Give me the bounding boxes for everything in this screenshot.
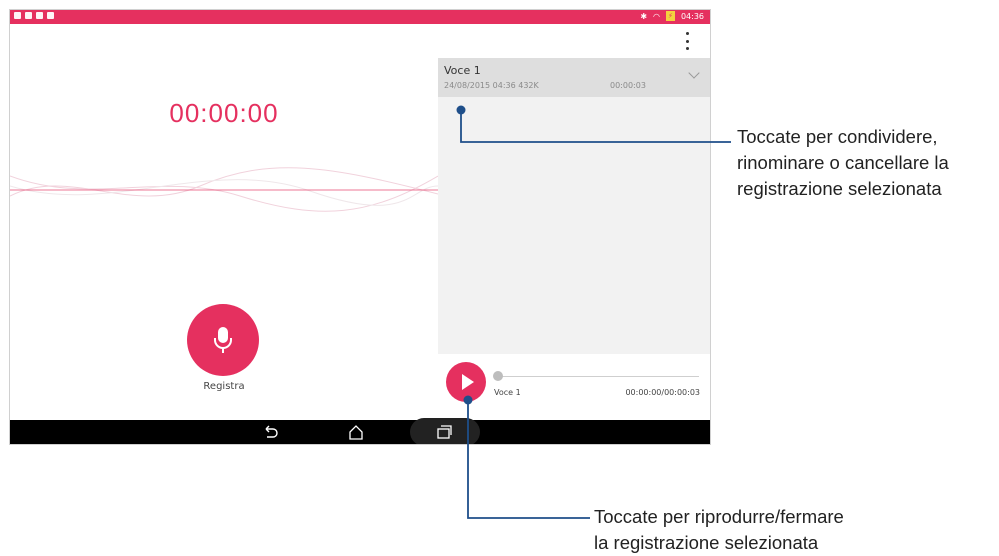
callout-recording-options: Toccate per condividere, rinominare o ca…	[737, 124, 997, 202]
callout-line: la registrazione selezionata	[594, 532, 819, 553]
callout-lines	[456, 105, 731, 519]
callout-line: registrazione selezionata	[737, 178, 942, 199]
callout-play-stop: Toccate per riprodurre/fermare la regist…	[594, 504, 994, 556]
callout-line: Toccate per riprodurre/fermare	[594, 506, 844, 527]
callout-line: Toccate per condividere,	[737, 126, 938, 147]
callout-line: rinominare o cancellare la	[737, 152, 949, 173]
